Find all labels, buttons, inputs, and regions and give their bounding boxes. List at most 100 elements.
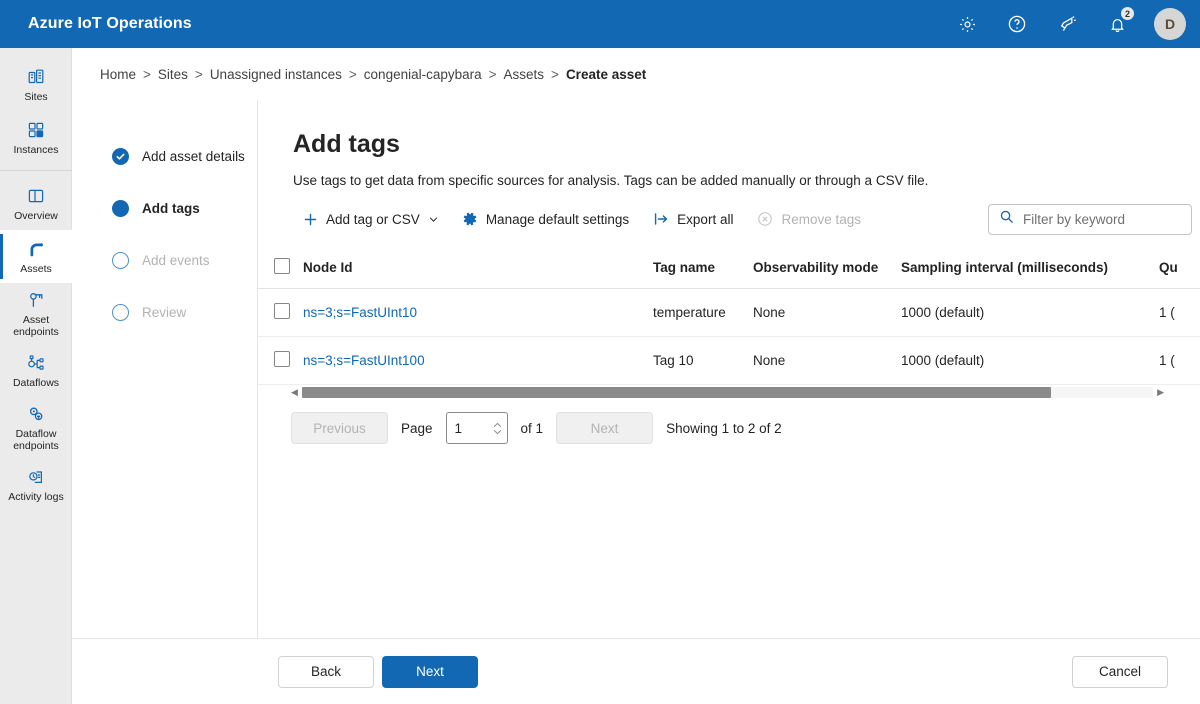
stepper-arrows-icon[interactable]	[493, 422, 502, 435]
breadcrumb-separator: >	[143, 67, 151, 82]
sidebar-nav: Sites Instances Overview	[0, 48, 72, 704]
scroll-right-icon[interactable]: ▶	[1157, 388, 1164, 397]
export-all-label: Export all	[677, 212, 733, 227]
sidebar-item-sites[interactable]: Sites	[0, 58, 72, 111]
chevron-down-icon	[429, 212, 438, 227]
node-id-link[interactable]: ns=3;s=FastUInt10	[303, 305, 417, 320]
next-page-button: Next	[556, 412, 653, 444]
dataflow-endpoints-icon	[26, 403, 46, 425]
wizard-steps: Add asset details Add tags Add events Re…	[72, 100, 258, 638]
export-all-button[interactable]: Export all	[641, 203, 745, 235]
dataflows-icon	[26, 352, 46, 374]
search-input[interactable]	[1023, 212, 1181, 227]
breadcrumb-item-assets[interactable]: Assets	[504, 67, 545, 82]
feedback-icon[interactable]	[1052, 9, 1082, 39]
table-header: Node Id Tag name Observability mode Samp…	[258, 258, 1200, 289]
cell-queue-size: 1 (	[1159, 289, 1200, 337]
wizard-step-label: Add tags	[142, 201, 200, 216]
sidebar-item-label: Dataflow endpoints	[2, 428, 70, 452]
sidebar-item-label: Activity logs	[8, 491, 63, 503]
header-actions: 2 D	[952, 8, 1200, 40]
column-header-node-id[interactable]: Node Id	[303, 258, 653, 289]
wizard-step-add-tags[interactable]: Add tags	[72, 182, 257, 234]
row-checkbox[interactable]	[274, 303, 290, 319]
table-header-row: Node Id Tag name Observability mode Samp…	[258, 258, 1200, 289]
page-number-input[interactable]	[455, 421, 485, 436]
manage-default-settings-label: Manage default settings	[486, 212, 629, 227]
app-window: Azure IoT Operations	[0, 0, 1200, 704]
row-select-cell	[258, 289, 303, 337]
page-number-stepper[interactable]	[446, 412, 508, 444]
previous-page-button: Previous	[291, 412, 388, 444]
sidebar-item-label: Asset endpoints	[2, 314, 70, 338]
breadcrumb-item-create-asset: Create asset	[566, 67, 646, 82]
sidebar-item-label: Dataflows	[13, 377, 59, 389]
activity-logs-icon	[26, 466, 46, 488]
page-label: Page	[401, 421, 433, 436]
column-header-observability-mode[interactable]: Observability mode	[753, 258, 901, 289]
search-icon	[999, 209, 1014, 229]
wizard-step-review: Review	[72, 286, 257, 338]
next-button[interactable]: Next	[382, 656, 478, 688]
cell-tag-name: Tag 10	[653, 337, 753, 385]
asset-endpoints-icon	[26, 289, 46, 311]
gear-icon[interactable]	[952, 9, 982, 39]
sidebar-item-asset-endpoints[interactable]: Asset endpoints	[0, 283, 72, 344]
add-tag-or-csv-button[interactable]: Add tag or CSV	[291, 203, 450, 235]
app-brand-title: Azure IoT Operations	[0, 15, 192, 33]
breadcrumb-item-home[interactable]: Home	[100, 67, 136, 82]
breadcrumb: Home > Sites > Unassigned instances > co…	[72, 48, 1200, 100]
cancel-button[interactable]: Cancel	[1072, 656, 1168, 688]
notifications-icon[interactable]: 2	[1102, 9, 1132, 39]
table-row[interactable]: ns=3;s=FastUInt100 Tag 10 None 1000 (def…	[258, 337, 1200, 385]
step-pending-icon	[112, 304, 129, 321]
breadcrumb-item-instance[interactable]: congenial-capybara	[364, 67, 482, 82]
page-title: Add tags	[293, 130, 1200, 159]
sidebar-item-instances[interactable]: Instances	[0, 111, 72, 164]
wizard-step-add-asset-details[interactable]: Add asset details	[72, 130, 257, 182]
remove-tags-button: Remove tags	[745, 203, 873, 235]
scrollbar-track[interactable]	[302, 387, 1153, 398]
back-button[interactable]: Back	[278, 656, 374, 688]
column-header-sampling-interval[interactable]: Sampling interval (milliseconds)	[901, 258, 1159, 289]
cell-observability-mode: None	[753, 337, 901, 385]
row-checkbox[interactable]	[274, 351, 290, 367]
step-complete-icon	[112, 148, 129, 165]
wizard-step-label: Review	[142, 305, 186, 320]
remove-tags-label: Remove tags	[781, 212, 861, 227]
breadcrumb-item-unassigned-instances[interactable]: Unassigned instances	[210, 67, 342, 82]
scroll-left-icon[interactable]: ◀	[291, 388, 298, 397]
assets-icon	[26, 238, 47, 260]
node-id-link[interactable]: ns=3;s=FastUInt100	[303, 353, 425, 368]
sidebar-item-assets[interactable]: Assets	[0, 230, 72, 283]
column-header-tag-name[interactable]: Tag name	[653, 258, 753, 289]
pagination: Previous Page of 1 Next Showing 1 to 2 o…	[291, 412, 1200, 444]
cell-node-id: ns=3;s=FastUInt100	[303, 337, 653, 385]
table-row[interactable]: ns=3;s=FastUInt10 temperature None 1000 …	[258, 289, 1200, 337]
sidebar-item-activity-logs[interactable]: Activity logs	[0, 458, 72, 511]
column-header-queue-size[interactable]: Qu	[1159, 258, 1200, 289]
wizard-step-label: Add asset details	[142, 149, 245, 164]
select-all-checkbox[interactable]	[274, 258, 290, 274]
table-horizontal-scrollbar[interactable]: ◀ ▶	[258, 385, 1164, 400]
sidebar-item-label: Instances	[14, 144, 59, 156]
scrollbar-thumb[interactable]	[302, 387, 1051, 398]
showing-count-label: Showing 1 to 2 of 2	[666, 421, 782, 436]
breadcrumb-separator: >	[489, 67, 497, 82]
add-tag-or-csv-label: Add tag or CSV	[326, 212, 420, 227]
sidebar-item-label: Overview	[14, 210, 58, 222]
total-pages-label: of 1	[521, 421, 544, 436]
tags-table: Node Id Tag name Observability mode Samp…	[258, 258, 1200, 385]
avatar[interactable]: D	[1154, 8, 1186, 40]
cell-queue-size: 1 (	[1159, 337, 1200, 385]
overview-icon	[26, 185, 46, 207]
sidebar-item-dataflows[interactable]: Dataflows	[0, 344, 72, 397]
sidebar-item-dataflow-endpoints[interactable]: Dataflow endpoints	[0, 397, 72, 458]
step-active-icon	[112, 200, 129, 217]
sidebar-item-overview[interactable]: Overview	[0, 177, 72, 230]
help-icon[interactable]	[1002, 9, 1032, 39]
filter-search-box[interactable]	[988, 204, 1192, 235]
wizard-step-label: Add events	[142, 253, 210, 268]
breadcrumb-item-sites[interactable]: Sites	[158, 67, 188, 82]
manage-default-settings-button[interactable]: Manage default settings	[450, 203, 641, 235]
